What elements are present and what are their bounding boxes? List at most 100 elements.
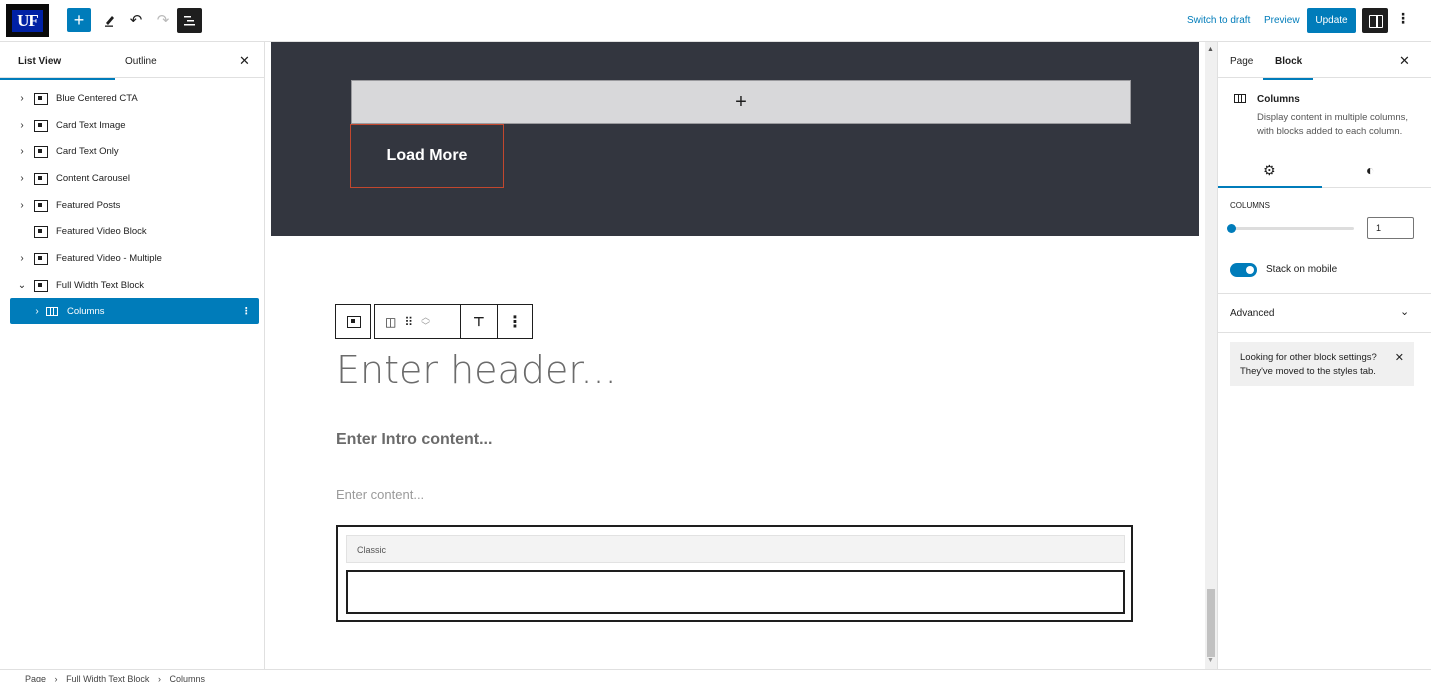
- stack-on-mobile-toggle[interactable]: [1230, 263, 1257, 277]
- chevron-right-icon[interactable]: ›: [10, 253, 28, 264]
- list-item[interactable]: ⌄ Full Width Text Block: [10, 272, 259, 298]
- plus-icon: +: [73, 9, 85, 30]
- list-item[interactable]: Featured Video Block: [10, 218, 259, 244]
- breadcrumb-item[interactable]: Full Width Text Block: [66, 674, 149, 682]
- settings-sidebar: Page Block ✕ Columns Display content in …: [1217, 42, 1431, 669]
- content-placeholder[interactable]: Enter content...: [336, 487, 424, 502]
- chevron-right-icon[interactable]: ›: [10, 146, 28, 157]
- chevron-right-icon[interactable]: ›: [10, 173, 28, 184]
- close-sidebar-button[interactable]: ✕: [1399, 53, 1410, 69]
- list-item-label: Full Width Text Block: [56, 279, 144, 291]
- logo-text: UF: [12, 10, 43, 32]
- site-logo[interactable]: UF: [6, 4, 49, 37]
- classic-block[interactable]: Classic: [336, 525, 1133, 622]
- block-icon: [34, 225, 48, 238]
- block-type-group: ◫ ⠿ ︿ ﹀: [374, 304, 460, 339]
- redo-icon: ↷: [156, 12, 170, 29]
- scroll-down-icon[interactable]: ▼: [1207, 657, 1214, 664]
- chevron-right-icon: ›: [157, 674, 161, 682]
- more-vertical-icon[interactable]: ⋮: [242, 306, 252, 317]
- block-icon: [34, 279, 48, 292]
- intro-placeholder[interactable]: Enter Intro content...: [336, 431, 492, 449]
- chevron-right-icon[interactable]: ›: [10, 200, 28, 211]
- undo-button[interactable]: ↶: [124, 8, 148, 32]
- half-circle-icon[interactable]: ◐: [1366, 162, 1374, 178]
- sidebar-tabs: Page Block ✕: [1218, 42, 1431, 80]
- dark-section-block[interactable]: + Load More: [271, 42, 1199, 236]
- document-overview-button[interactable]: [177, 8, 202, 33]
- plus-icon: +: [735, 90, 747, 113]
- update-button[interactable]: Update: [1307, 8, 1356, 33]
- classic-toolbar[interactable]: Classic: [346, 535, 1125, 563]
- inspector-tabs: ⚙ ◐: [1218, 154, 1431, 188]
- columns-icon[interactable]: ◫: [385, 315, 396, 329]
- chevron-right-icon[interactable]: ›: [10, 120, 28, 131]
- list-view-panel: List View Outline ✕ › Blue Centered CTA …: [0, 42, 265, 669]
- list-item[interactable]: › Blue Centered CTA: [10, 85, 259, 111]
- block-icon: [34, 199, 48, 212]
- close-icon[interactable]: ✕: [1395, 351, 1404, 365]
- stack-on-mobile-label: Stack on mobile: [1266, 264, 1338, 275]
- block-card-description: Display content in multiple columns, wit…: [1257, 112, 1409, 137]
- chevron-right-icon[interactable]: ›: [10, 306, 40, 317]
- columns-icon: [46, 306, 58, 316]
- advanced-panel-toggle[interactable]: Advanced ⌄: [1218, 293, 1431, 333]
- chevron-right-icon[interactable]: ›: [10, 93, 28, 104]
- select-parent-button[interactable]: [335, 304, 371, 339]
- tab-block[interactable]: Block: [1262, 56, 1314, 80]
- list-item-label: Featured Video Block: [56, 225, 147, 237]
- block-card-title: Columns: [1257, 94, 1300, 105]
- breadcrumb-item[interactable]: Page: [25, 674, 46, 682]
- notice-text: Looking for other block settings? They'v…: [1240, 352, 1377, 377]
- vertical-align-button[interactable]: ⊤: [460, 304, 497, 339]
- block-appender-button[interactable]: +: [351, 80, 1131, 124]
- tab-list-view[interactable]: List View: [0, 56, 116, 80]
- classic-editor-area[interactable]: [346, 570, 1125, 614]
- move-up-down-icon[interactable]: ︿ ﹀: [421, 312, 430, 331]
- close-icon: ✕: [1399, 53, 1410, 68]
- load-more-button[interactable]: Load More: [350, 124, 504, 188]
- list-view-tabs: List View Outline ✕: [0, 42, 264, 80]
- redo-button[interactable]: ↷: [151, 8, 175, 32]
- block-icon: [34, 119, 48, 132]
- switch-to-draft-button[interactable]: Switch to draft: [1187, 15, 1250, 26]
- columns-number-input[interactable]: 1: [1367, 217, 1414, 239]
- preview-button[interactable]: Preview: [1264, 15, 1300, 26]
- tab-page[interactable]: Page: [1230, 56, 1253, 67]
- canvas-scrollbar[interactable]: ▲ ▼: [1205, 42, 1217, 669]
- columns-label: COLUMNS: [1230, 201, 1271, 210]
- list-item-selected[interactable]: › Columns ⋮: [10, 298, 259, 324]
- list-item[interactable]: › Featured Posts: [10, 192, 259, 218]
- scroll-up-icon[interactable]: ▲: [1207, 46, 1214, 53]
- scrollbar-thumb[interactable]: [1207, 589, 1215, 657]
- list-item[interactable]: › Featured Video - Multiple: [10, 245, 259, 271]
- list-item-label: Columns: [67, 305, 105, 317]
- breadcrumb-item[interactable]: Columns: [169, 674, 205, 682]
- block-icon: [34, 252, 48, 265]
- close-list-view-button[interactable]: ✕: [239, 53, 250, 69]
- heading-placeholder[interactable]: Enter header...: [336, 348, 617, 392]
- list-item[interactable]: › Card Text Image: [10, 112, 259, 138]
- tools-button[interactable]: [98, 8, 122, 32]
- chevron-down-icon[interactable]: ⌄: [10, 280, 28, 291]
- align-top-icon: ⊤: [473, 313, 485, 329]
- drag-handle-icon[interactable]: ⠿: [404, 315, 413, 329]
- tab-outline[interactable]: Outline: [125, 56, 157, 67]
- list-view-icon: [184, 15, 195, 25]
- more-vertical-icon: ⋮: [507, 313, 523, 331]
- list-item[interactable]: › Content Carousel: [10, 165, 259, 191]
- editor-canvas: + Load More ◫ ⠿ ︿ ﹀ ⊤ ⋮ Enter header... E…: [265, 42, 1205, 669]
- list-item-label: Content Carousel: [56, 172, 130, 184]
- columns-range-track[interactable]: [1232, 227, 1354, 230]
- gear-icon[interactable]: ⚙: [1219, 162, 1321, 188]
- settings-toggle-button[interactable]: [1362, 8, 1388, 33]
- add-block-button[interactable]: +: [67, 8, 91, 32]
- chevron-right-icon: ›: [54, 674, 58, 682]
- columns-icon: [1234, 94, 1246, 103]
- columns-range-thumb[interactable]: [1227, 224, 1236, 233]
- list-item[interactable]: › Card Text Only: [10, 138, 259, 164]
- more-vertical-icon: ⋮: [1396, 10, 1410, 26]
- list-item-label: Blue Centered CTA: [56, 92, 138, 104]
- block-options-button[interactable]: ⋮: [497, 304, 533, 339]
- options-menu-button[interactable]: ⋮: [1396, 10, 1410, 27]
